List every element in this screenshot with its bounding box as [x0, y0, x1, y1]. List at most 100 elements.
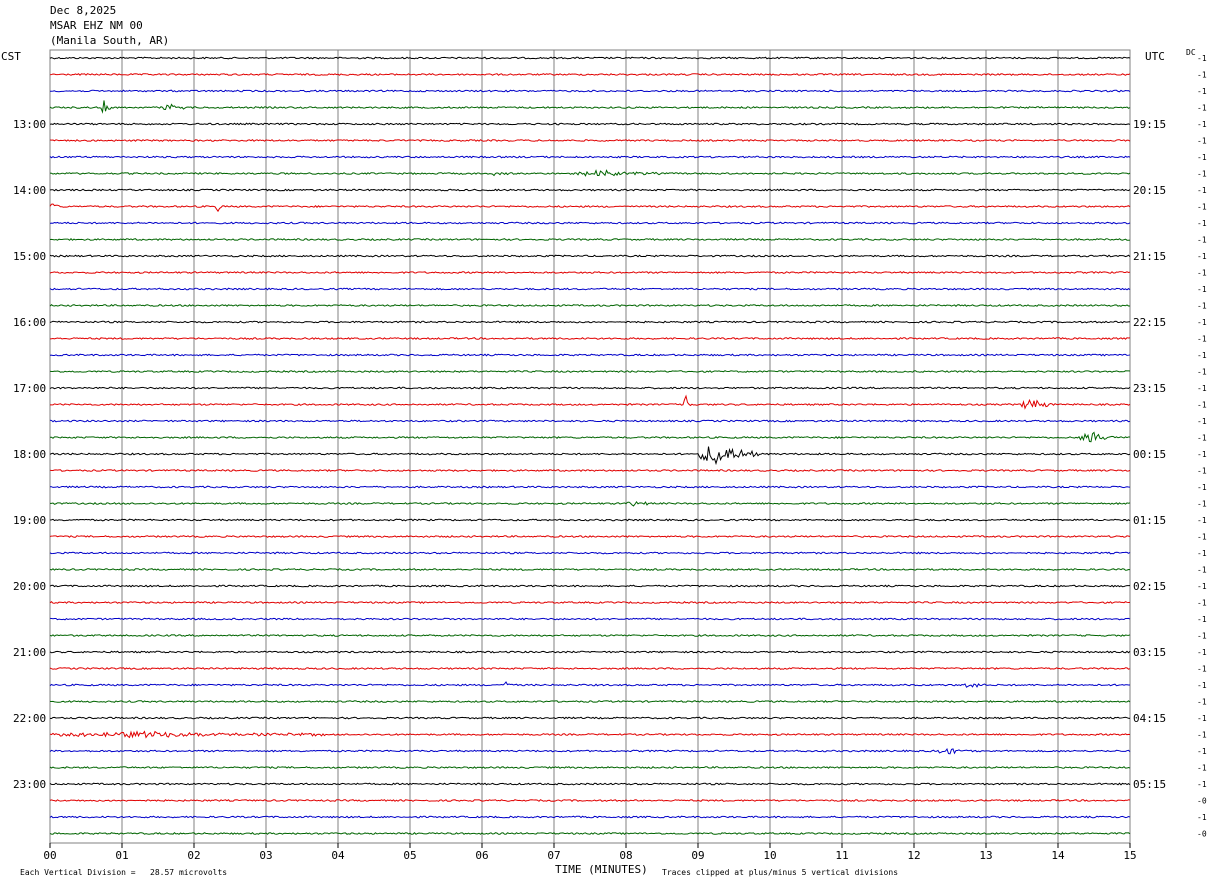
trace-row-25 [49, 469, 1131, 472]
trace-row-2 [49, 89, 1131, 93]
trace-row-8 [49, 188, 1131, 192]
trace-row-41 [49, 730, 1131, 739]
dc-offset-label: -1 [1197, 335, 1207, 344]
dc-offset-label: -1 [1197, 153, 1207, 162]
dc-offset-label: -0 [1197, 830, 1207, 839]
dc-offset-label: -1 [1197, 384, 1207, 393]
left-time-label: 22:00 [13, 712, 46, 725]
x-tick-label: 03 [259, 849, 272, 862]
trace-row-3 [49, 100, 1131, 114]
dc-offset-label: -1 [1197, 203, 1207, 212]
dc-offset-label: -1 [1197, 120, 1207, 129]
trace-row-43 [49, 766, 1131, 769]
trace-row-9 [49, 203, 1131, 213]
helicorder-plot: 00 01 02 03 04 05 06 07 08 09 10 11 12 13 14 15 -1 -1 -1 -1… [13, 49, 1207, 862]
left-time-label: 17:00 [13, 382, 46, 395]
left-time-label: 20:00 [13, 580, 46, 593]
dc-offset-label: -1 [1197, 615, 1207, 624]
dc-offset-label: -1 [1197, 813, 1207, 822]
x-tick-label: 12 [907, 849, 920, 862]
dc-offset-label: -1 [1197, 582, 1207, 591]
dc-offset-label: -1 [1197, 186, 1207, 195]
dc-offset-label: -1 [1197, 500, 1207, 509]
trace-row-37 [49, 667, 1131, 670]
scale-note: Each Vertical Division = 28.57 microvolt… [20, 868, 228, 877]
trace-row-16 [49, 320, 1131, 324]
dc-offset-label: -1 [1197, 467, 1207, 476]
trace-row-30 [49, 551, 1131, 555]
dc-offset-label: -1 [1197, 731, 1207, 740]
dc-offset-label: -1 [1197, 516, 1207, 525]
plot-frame [49, 49, 1131, 844]
right-time-label: 01:15 [1133, 514, 1166, 527]
trace-row-4 [49, 122, 1131, 126]
right-time-label: 02:15 [1133, 580, 1166, 593]
x-tick-label: 04 [331, 849, 345, 862]
trace-row-12 [49, 254, 1131, 258]
x-tick-label: 05 [403, 849, 416, 862]
dc-offset-label: -1 [1197, 599, 1207, 608]
dc-offset-label: -1 [1197, 747, 1207, 756]
left-time-label: 13:00 [13, 118, 46, 131]
x-tick-label: 13 [979, 849, 992, 862]
x-tick-label: 15 [1123, 849, 1136, 862]
trace-row-47 [49, 832, 1131, 836]
dc-offset-label: -1 [1197, 401, 1207, 410]
trace-row-42 [49, 748, 1131, 755]
x-tick-label: 07 [547, 849, 560, 862]
dc-offset-label: -1 [1197, 648, 1207, 657]
trace-row-19 [49, 370, 1131, 373]
dc-offset-label: -1 [1197, 137, 1207, 146]
trace-row-14 [49, 287, 1131, 291]
dc-offset-label: -1 [1197, 434, 1207, 443]
trace-row-27 [49, 500, 1131, 507]
left-time-label: 21:00 [13, 646, 46, 659]
trace-row-23 [49, 431, 1131, 443]
dc-offset-label: -1 [1197, 87, 1207, 96]
right-time-label: 20:15 [1133, 184, 1166, 197]
x-tick-label: 08 [619, 849, 632, 862]
dc-offset-label: -0 [1197, 797, 1207, 806]
trace-row-35 [49, 634, 1131, 637]
left-time-label: 15:00 [13, 250, 46, 263]
x-tick-label: 14 [1051, 849, 1065, 862]
dc-offset-label: -1 [1197, 351, 1207, 360]
left-time-label: 23:00 [13, 778, 46, 791]
trace-row-36 [49, 650, 1131, 654]
right-time-label: 21:15 [1133, 250, 1166, 263]
x-tick-label: 11 [835, 849, 848, 862]
x-axis-title: TIME (MINUTES) [555, 863, 648, 876]
dc-offset-label: -1 [1197, 665, 1207, 674]
trace-row-7 [49, 169, 1131, 177]
trace-row-40 [49, 716, 1131, 720]
x-tick-label: 01 [115, 849, 128, 862]
dc-offset-label: -1 [1197, 54, 1207, 63]
dc-offset-label: -1 [1197, 417, 1207, 426]
trace-row-45 [49, 799, 1131, 802]
trace-row-5 [49, 139, 1131, 142]
dc-offset-label: -1 [1197, 549, 1207, 558]
left-time-label: 19:00 [13, 514, 46, 527]
trace-row-11 [49, 238, 1131, 241]
x-tick-label: 02 [187, 849, 200, 862]
trace-row-1 [49, 73, 1131, 76]
dc-offset-label: -1 [1197, 698, 1207, 707]
dc-offset-label: -1 [1197, 236, 1207, 245]
x-tick-label: 06 [475, 849, 488, 862]
right-time-label: 05:15 [1133, 778, 1166, 791]
x-tick-label: 00 [43, 849, 56, 862]
dc-offset-label: -1 [1197, 566, 1207, 575]
trace-row-44 [49, 782, 1131, 786]
trace-row-0 [49, 56, 1131, 60]
trace-row-38 [49, 681, 1131, 688]
trace-row-24 [49, 446, 1131, 466]
trace-row-6 [49, 155, 1131, 159]
x-tick-label: 09 [691, 849, 704, 862]
trace-row-34 [49, 617, 1131, 621]
right-time-label: 22:15 [1133, 316, 1166, 329]
right-time-label: 19:15 [1133, 118, 1166, 131]
dc-offset-label: -1 [1197, 681, 1207, 690]
trace-row-28 [49, 518, 1131, 522]
dc-offset-label: -1 [1197, 483, 1207, 492]
dc-offset-label: -1 [1197, 285, 1207, 294]
